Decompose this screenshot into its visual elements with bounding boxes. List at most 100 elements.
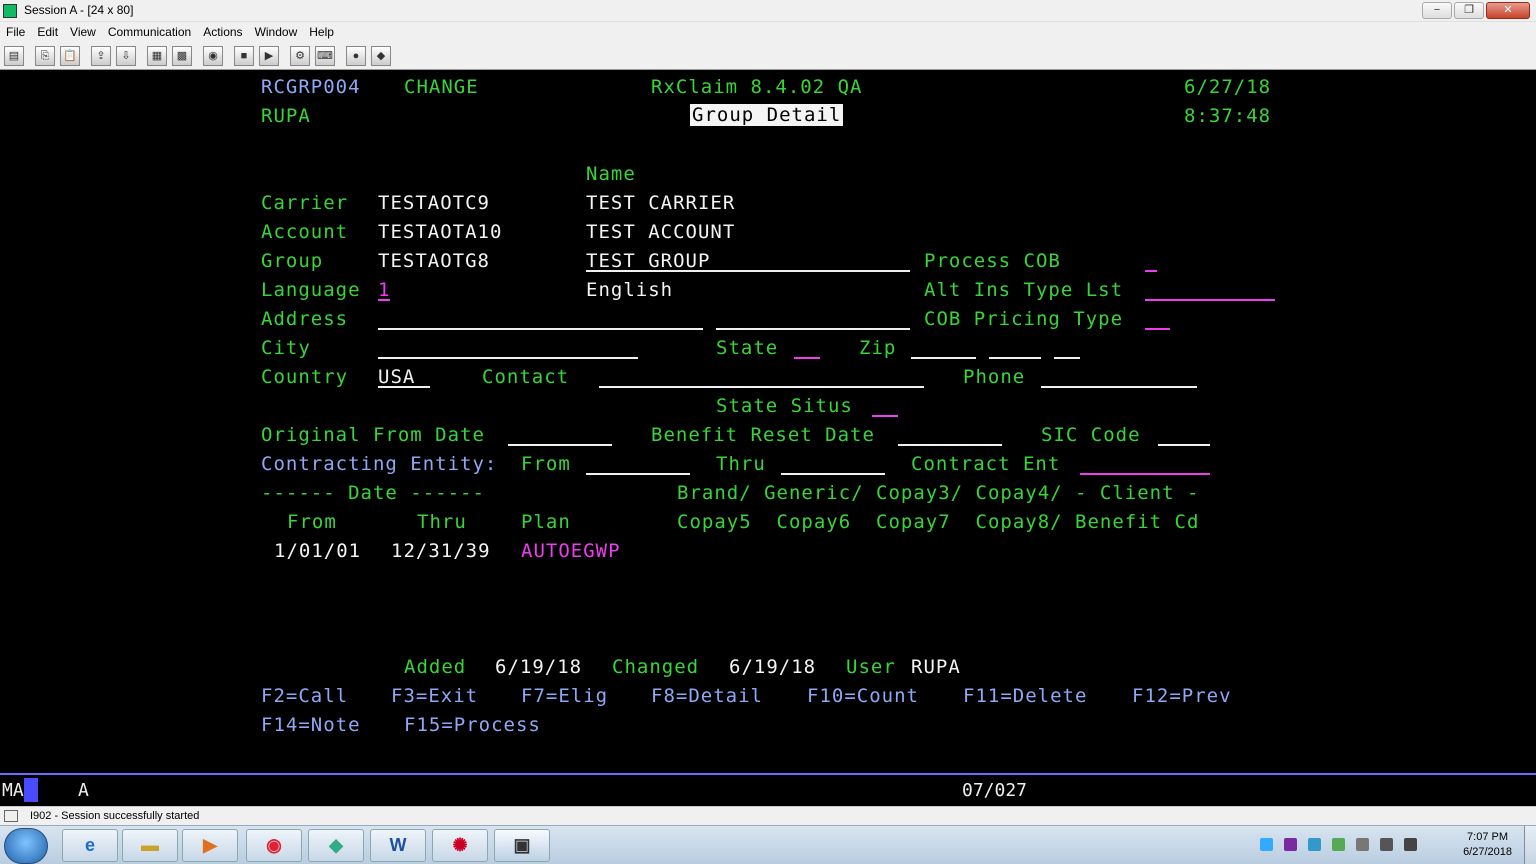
fkey-f10-count[interactable]: F10=Count <box>807 685 919 707</box>
state-situs-field[interactable] <box>872 415 898 417</box>
print-screen-icon[interactable]: ▤ <box>4 45 24 66</box>
column-thru: Thru <box>417 511 467 533</box>
fkey-f11-delete[interactable]: F11=Delete <box>963 685 1087 707</box>
onenote-tray-icon[interactable] <box>1284 838 1297 851</box>
menu-view[interactable]: View <box>70 25 96 39</box>
group-name-field[interactable]: TEST GROUP <box>586 250 710 272</box>
contract-thru-field[interactable] <box>781 473 885 475</box>
oia-a-indicator: A <box>78 780 89 801</box>
menu-window[interactable]: Window <box>255 25 298 39</box>
language-code-field[interactable]: 1 <box>378 279 390 301</box>
keyboard-map-icon[interactable]: ⌨ <box>315 45 335 66</box>
session-taskbar-icon[interactable]: ▣ <box>494 829 550 862</box>
tray-icon-3[interactable] <box>1308 838 1321 851</box>
fkey-f7-elig[interactable]: F7=Elig <box>521 685 608 707</box>
stop-macro-icon[interactable]: ■ <box>234 45 254 66</box>
benefit-reset-field[interactable] <box>898 444 1002 446</box>
display-icon[interactable]: ▦ <box>147 45 167 66</box>
cursor-position: 07/027 <box>962 780 1028 801</box>
fkey-f15-process[interactable]: F15=Process <box>404 714 541 736</box>
tag-icon[interactable]: ◆ <box>371 45 391 66</box>
contract-from-field[interactable] <box>586 473 690 475</box>
sic-code-field[interactable] <box>1158 444 1210 446</box>
state-field[interactable] <box>794 357 820 359</box>
oia-cursor-block <box>24 778 38 802</box>
fkey-f3-exit[interactable]: F3=Exit <box>391 685 478 707</box>
terminal-screen[interactable]: RCGRP004 CHANGE RxClaim 8.4.02 QA 6/27/1… <box>0 70 1536 773</box>
benefit-reset-label: Benefit Reset Date <box>651 424 875 446</box>
network-icon[interactable] <box>1380 838 1393 851</box>
send-icon[interactable]: ⇪ <box>91 45 111 66</box>
start-button[interactable] <box>4 828 48 864</box>
country-underline <box>378 386 430 388</box>
screen-time: 8:37:48 <box>1184 105 1272 127</box>
tray-icon-4[interactable] <box>1332 838 1345 851</box>
restore-button[interactable]: ❐ <box>1454 2 1484 19</box>
play-macro-icon[interactable]: ▶ <box>259 45 279 66</box>
zip-label: Zip <box>859 337 897 359</box>
word-icon[interactable]: W <box>370 829 426 862</box>
file-explorer-icon[interactable]: ▬ <box>122 829 178 862</box>
alt-ins-field[interactable] <box>1145 299 1275 301</box>
address-label: Address <box>261 308 349 330</box>
oia-ma-indicator: MA <box>2 780 24 801</box>
contract-ent-field[interactable] <box>1080 473 1210 475</box>
record-macro-icon[interactable]: ◉ <box>203 45 223 66</box>
copay-header-row2: Copay5 Copay6 Copay7 Copay8/ Benefit Cd <box>677 511 1200 533</box>
keypad-icon[interactable]: ▩ <box>172 45 192 66</box>
menu-communication[interactable]: Communication <box>108 25 191 39</box>
tray-icon-1[interactable] <box>1260 838 1273 851</box>
chrome-icon[interactable]: ◉ <box>246 829 302 862</box>
address-line1-field[interactable] <box>378 328 703 330</box>
close-button[interactable]: ✕ <box>1486 2 1530 19</box>
menu-actions[interactable]: Actions <box>203 25 242 39</box>
contact-field[interactable] <box>599 386 924 388</box>
phone-field[interactable] <box>1041 386 1197 388</box>
process-cob-field[interactable] <box>1145 270 1157 272</box>
menu-file[interactable]: File <box>6 25 25 39</box>
pinned-app-icon[interactable]: ◆ <box>308 829 364 862</box>
minimize-button[interactable]: − <box>1422 2 1452 19</box>
date-section-header: ------ Date ------ <box>261 482 485 504</box>
cob-pricing-field[interactable] <box>1145 328 1170 330</box>
fkey-f12-prev[interactable]: F12=Prev <box>1132 685 1232 707</box>
copy-icon[interactable]: ⎘ <box>35 45 55 66</box>
city-field[interactable] <box>378 357 638 359</box>
receive-icon[interactable]: ⇩ <box>116 45 136 66</box>
user-value: RUPA <box>911 656 961 678</box>
zip4-field[interactable] <box>989 357 1041 359</box>
phone-label: Phone <box>963 366 1026 388</box>
row-from-date: 1/01/01 <box>274 540 362 562</box>
paste-icon[interactable]: 📋 <box>60 45 80 66</box>
account-label: Account <box>261 221 349 243</box>
orig-from-date-field[interactable] <box>508 444 612 446</box>
address-line2-field[interactable] <box>716 328 910 330</box>
state-situs-label: State Situs <box>716 395 853 417</box>
system-tray: 7:07 PM 6/27/2018 <box>1246 826 1536 864</box>
clock[interactable]: 7:07 PM 6/27/2018 <box>1463 830 1512 860</box>
country-field[interactable]: USA <box>378 366 415 388</box>
media-player-icon[interactable]: ▶ <box>182 829 238 862</box>
city-label: City <box>261 337 311 359</box>
show-desktop-button[interactable] <box>1524 826 1536 864</box>
internet-explorer-icon[interactable]: e <box>62 829 118 862</box>
zip5-field[interactable] <box>911 357 976 359</box>
row-plan[interactable]: AUTOEGWP <box>521 540 621 562</box>
globe-icon[interactable]: ● <box>346 45 366 66</box>
group-label: Group <box>261 250 324 272</box>
tray-icon-5[interactable] <box>1356 838 1369 851</box>
fkey-f8-detail[interactable]: F8=Detail <box>651 685 763 707</box>
session-app-icon[interactable] <box>3 4 17 18</box>
volume-icon[interactable] <box>1404 838 1417 851</box>
menu-help[interactable]: Help <box>309 25 334 39</box>
customize-icon[interactable]: ⚙ <box>290 45 310 66</box>
changed-date: 6/19/18 <box>729 656 817 678</box>
status-message: I902 - Session successfully started <box>30 810 200 822</box>
toolbar: ▤ ⎘ 📋 ⇪ ⇩ ▦ ▩ ◉ ■ ▶ ⚙ ⌨ ● ◆ <box>0 42 1536 70</box>
fkey-f2-call[interactable]: F2=Call <box>261 685 348 707</box>
fkey-f14-note[interactable]: F14=Note <box>261 714 361 736</box>
clock-date: 6/27/2018 <box>1463 846 1512 858</box>
zip2-field[interactable] <box>1054 357 1080 359</box>
menu-edit[interactable]: Edit <box>37 25 58 39</box>
red-app-icon[interactable]: ✺ <box>432 829 488 862</box>
